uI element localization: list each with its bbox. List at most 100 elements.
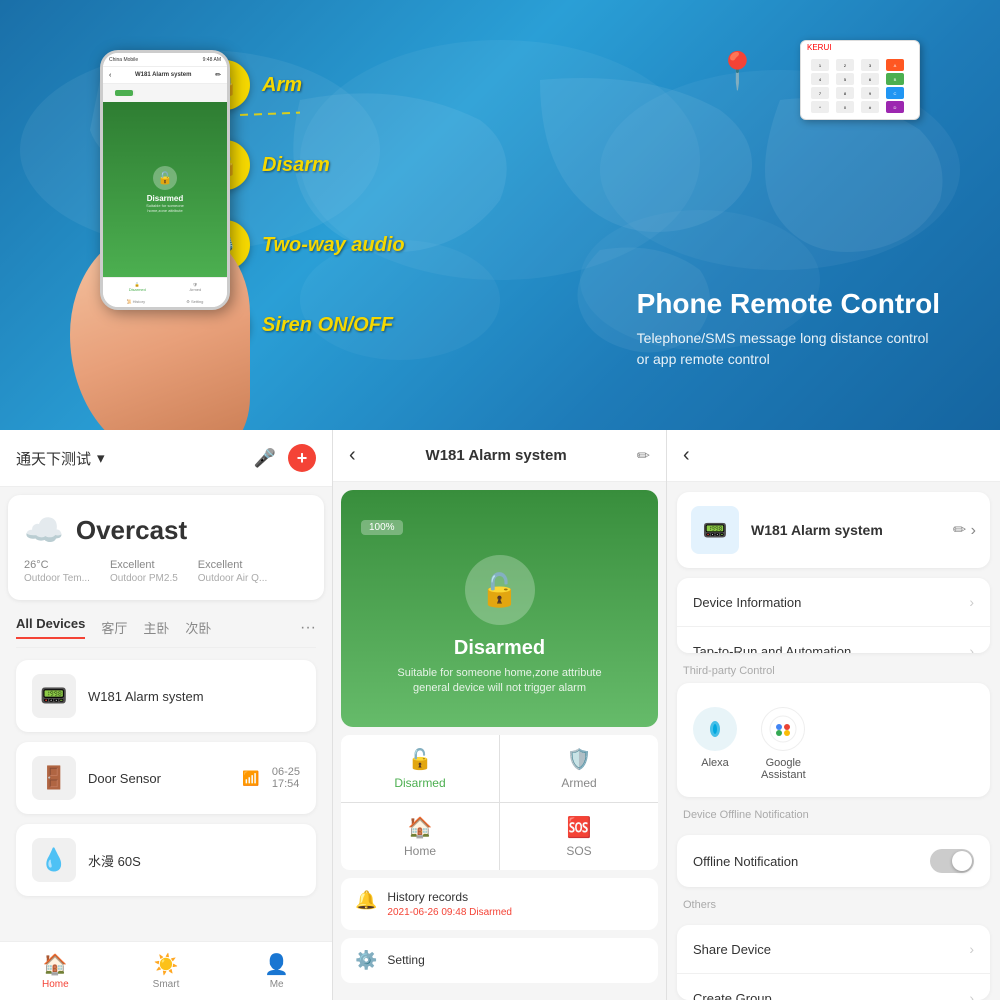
list-item[interactable]: 💧 水漫 60S [16,824,316,896]
alarm-back-arrow[interactable]: ‹ [349,444,356,467]
device-display-name: W181 Alarm system [751,522,883,538]
list-item[interactable]: 🚪 Door Sensor 📶 06-2517:54 [16,742,316,814]
create-group-label: Create Group [693,991,969,1000]
share-chevron-icon: › [969,941,974,957]
panel1-header: 通天下测试 ▾ 🎤 + [0,430,332,487]
settings-list-top: Device Information › Tap-to-Run and Auto… [677,578,990,653]
alarm-panel: ‹ W181 Alarm system ✏ 100% 🔓 Disarmed Su… [333,430,667,1000]
home-mode-icon: 🏠 [408,815,433,840]
phone-bottom-nav: 🔓Disarmed 🛡Armed [103,277,227,296]
water-sensor-name: 水漫 60S [88,851,300,870]
hero-subtitle: Telephone/SMS message long distance cont… [637,328,940,370]
room-tab-living[interactable]: 客厅 [101,618,127,637]
tap-to-run-item[interactable]: Tap-to-Run and Automation › [677,627,990,653]
phone-battery [115,90,135,96]
home-panel: 通天下测试 ▾ 🎤 + ☁️ Overcast 26°C Outdoor Tem… [0,430,333,1000]
sos-label: SOS [566,844,591,858]
more-rooms-button[interactable]: ··· [300,619,316,637]
nav-smart[interactable]: ☀️ Smart [111,952,222,990]
devices-section: All Devices 客厅 主卧 次卧 ··· 📟 W181 Alarm sy… [0,608,332,896]
sos-button[interactable]: 🆘 SOS [500,803,658,870]
alarm-edit-icon[interactable]: ✏ [637,446,650,466]
microphone-icon[interactable]: 🎤 [254,448,276,469]
nav-me[interactable]: 👤 Me [221,952,332,990]
hero-phone: China Mobile9:48 AM ‹ W181 Alarm system … [40,30,200,360]
add-device-button[interactable]: + [288,444,316,472]
feature-arm: 🔒 Arm [200,60,405,110]
device-information-item[interactable]: Device Information › [677,578,990,627]
all-devices-tab[interactable]: All Devices [16,616,85,639]
bottom-navigation: 🏠 Home ☀️ Smart 👤 Me [0,941,332,1000]
weather-air-detail: Excellent Outdoor Air Q... [198,559,267,584]
phone-alarm-screen: 🔓 Disarmed Suitable for someonehome,zone… [103,102,227,277]
offline-notification-toggle[interactable]: Offline Notification [677,835,990,887]
home-button[interactable]: 🏠 Home [341,803,499,870]
weather-details: 26°C Outdoor Tem... Excellent Outdoor PM… [24,559,308,584]
share-device-label: Share Device [693,942,969,957]
alarm-title: W181 Alarm system [426,447,567,464]
me-nav-label: Me [270,979,284,990]
offline-section-label: Device Offline Notification [667,797,1000,827]
create-group-item[interactable]: Create Group › [677,974,990,1000]
google-assistant-label: GoogleAssistant [761,757,806,781]
cloud-icon: ☁️ [24,511,64,549]
alexa-label: Alexa [701,757,729,769]
room-tab-second[interactable]: 次卧 [185,618,211,637]
phone-body: China Mobile9:48 AM ‹ W181 Alarm system … [100,50,230,310]
armed-button[interactable]: 🛡️ Armed [500,735,658,802]
alarm-device-icon: 📟 [32,674,76,718]
door-sensor-signal: 📶 [242,770,259,787]
home-mode-label: Home [404,844,436,858]
feature-disarm: 🔓 Disarm [200,140,405,190]
settings-gear-icon: ⚙️ [355,950,377,971]
pm-value: Excellent [110,559,178,571]
nav-home[interactable]: 🏠 Home [0,952,111,990]
share-device-item[interactable]: Share Device › [677,925,990,974]
weather-temp-detail: 26°C Outdoor Tem... [24,559,90,584]
alarm-status-screen: 100% 🔓 Disarmed Suitable for someone hom… [341,490,658,727]
air-label: Outdoor Air Q... [198,573,267,584]
alarm-header: ‹ W181 Alarm system ✏ [333,430,666,482]
armed-label: Armed [561,776,596,790]
offline-toggle-switch[interactable] [930,849,974,873]
room-tab-master[interactable]: 主卧 [143,618,169,637]
phone-app-header: ‹ W181 Alarm system ✏ [103,67,227,84]
alarm-device-name: W181 Alarm system [88,689,300,704]
list-item[interactable]: 📟 W181 Alarm system [16,660,316,732]
pm-label: Outdoor PM2.5 [110,573,178,584]
siren-label: Siren ON/OFF [262,314,393,337]
alarm-desc-text: Suitable for someone home,zone attribute… [397,666,601,697]
temp-label: Outdoor Tem... [24,573,90,584]
battery-bar: 100% [361,520,403,535]
offline-notification-section: Offline Notification [677,835,990,887]
phone-disarmed-status: Disarmed [147,194,183,203]
alexa-item[interactable]: Alexa [693,707,737,781]
audio-label: Two-way audio [262,234,405,257]
phone-lock-icon: 🔓 [153,166,177,190]
phone-nav-armed: 🛡Armed [189,282,201,292]
arm-label: Arm [262,74,302,97]
devices-header: All Devices 客厅 主卧 次卧 ··· [16,608,316,648]
setting-row[interactable]: ⚙️ Setting [341,938,658,983]
device-thumbnail: 📟 [691,506,739,554]
disarm-label: Disarm [262,154,330,177]
edit-device-button[interactable]: ✏ › [953,520,976,540]
home-nav-icon: 🏠 [43,952,68,977]
hero-text-block: Phone Remote Control Telephone/SMS messa… [637,288,940,370]
history-content: History records 2021-06-26 09:48 Disarme… [387,890,512,918]
toggle-knob [952,851,972,871]
history-record[interactable]: 🔔 History records 2021-06-26 09:48 Disar… [341,878,658,930]
weather-info: Overcast [76,515,187,546]
device-image: KERUI 123A 456B 789C *0#D [800,40,920,120]
weather-pm-detail: Excellent Outdoor PM2.5 [110,559,178,584]
location-name: 通天下测试 [16,448,91,469]
dropdown-arrow: ▾ [97,449,105,467]
weather-card: ☁️ Overcast 26°C Outdoor Tem... Excellen… [8,495,324,600]
weather-condition: Overcast [76,515,187,546]
third-party-icons: Alexa GoogleAssistant [693,707,974,781]
location-selector[interactable]: 通天下测试 ▾ [16,448,105,469]
door-sensor-time: 06-2517:54 [272,766,300,790]
disarmed-button[interactable]: 🔓 Disarmed [341,735,499,802]
settings-back-button[interactable]: ‹ [683,444,690,467]
google-assistant-item[interactable]: GoogleAssistant [761,707,806,781]
